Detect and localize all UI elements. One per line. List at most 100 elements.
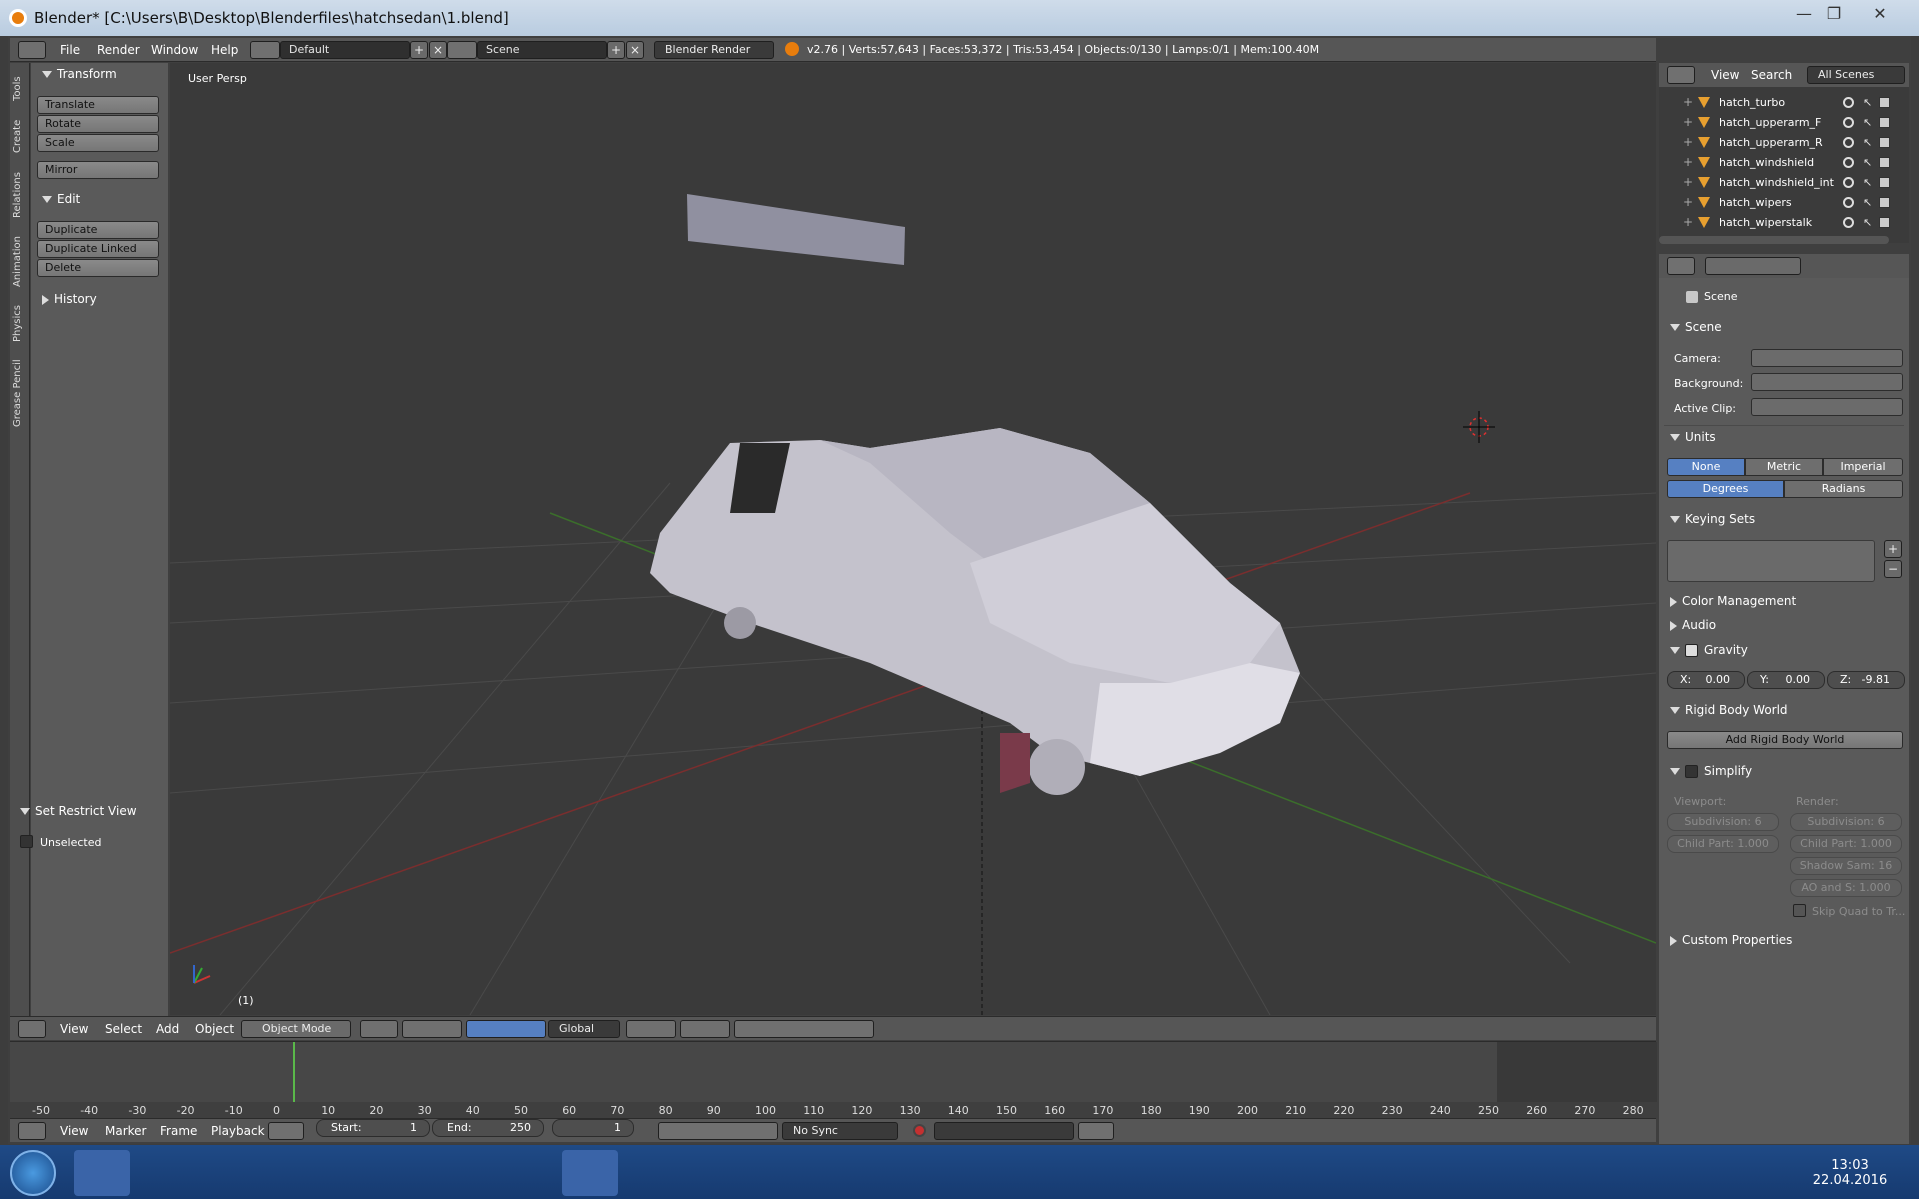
- visibility-icon[interactable]: [1843, 197, 1854, 208]
- unselected-checkbox[interactable]: [20, 835, 33, 848]
- select-icon[interactable]: ↖: [1863, 96, 1872, 109]
- current-frame-field[interactable]: 1: [552, 1119, 634, 1137]
- expand-icon[interactable]: +: [1683, 115, 1693, 129]
- car-model[interactable]: [650, 428, 1300, 795]
- select-icon[interactable]: ↖: [1863, 216, 1872, 229]
- scene-panel-header[interactable]: Scene: [1670, 320, 1722, 334]
- menu-render[interactable]: Render: [97, 43, 140, 57]
- visibility-icon[interactable]: [1843, 97, 1854, 108]
- outliner-row[interactable]: + hatch_upperarm_F ↖: [1659, 113, 1909, 133]
- restrict-view-header[interactable]: Set Restrict View: [20, 804, 137, 818]
- keying-set-field[interactable]: [934, 1122, 1074, 1140]
- camera-field[interactable]: [1751, 349, 1903, 367]
- audio-header[interactable]: Audio: [1670, 618, 1716, 632]
- active-clip-field[interactable]: [1751, 398, 1903, 416]
- menu-file[interactable]: File: [60, 43, 80, 57]
- scene-breadcrumb[interactable]: Scene: [1686, 290, 1738, 303]
- start-button[interactable]: [10, 1150, 56, 1196]
- add-keying-set-button[interactable]: +: [1884, 540, 1902, 558]
- editor-type-icon[interactable]: [18, 41, 46, 59]
- layout-field[interactable]: Default: [280, 41, 410, 59]
- select-icon[interactable]: ↖: [1863, 176, 1872, 189]
- chrome-taskbar-icon[interactable]: [74, 1150, 130, 1196]
- blender-taskbar-icon[interactable]: [500, 1150, 556, 1196]
- history-panel-header[interactable]: History: [42, 292, 97, 306]
- app-taskbar-icon[interactable]: [358, 1150, 414, 1196]
- word-taskbar-icon[interactable]: [210, 1150, 266, 1196]
- snap-icons[interactable]: [734, 1020, 874, 1038]
- expand-icon[interactable]: +: [1683, 175, 1693, 189]
- delete-button[interactable]: Delete: [37, 259, 159, 277]
- select-icon[interactable]: ↖: [1863, 116, 1872, 129]
- render-icon[interactable]: [1879, 197, 1890, 208]
- gravity-header[interactable]: Gravity: [1670, 643, 1748, 657]
- orientation-dropdown[interactable]: Global: [548, 1020, 620, 1038]
- editor-type-icon[interactable]: [18, 1020, 46, 1038]
- editor-type-icon[interactable]: [1667, 66, 1695, 84]
- sync-dropdown[interactable]: No Sync: [782, 1122, 898, 1140]
- remove-keying-set-button[interactable]: −: [1884, 560, 1902, 578]
- tab-grease-pencil[interactable]: Grease Pencil: [12, 353, 28, 433]
- menu-frame[interactable]: Frame: [160, 1124, 197, 1138]
- units-panel-header[interactable]: Units: [1670, 430, 1716, 444]
- color-management-header[interactable]: Color Management: [1670, 594, 1796, 608]
- outliner-row[interactable]: + hatch_upperarm_R ↖: [1659, 133, 1909, 153]
- simplify-checkbox[interactable]: [1685, 765, 1698, 778]
- start-frame-field[interactable]: Start: 1: [316, 1119, 430, 1137]
- scale-button[interactable]: Scale: [37, 134, 159, 152]
- add-layout-button[interactable]: +: [410, 41, 428, 59]
- select-icon[interactable]: ↖: [1863, 196, 1872, 209]
- render-subdivision-field[interactable]: Subdivision: 6: [1790, 813, 1902, 831]
- rotate-button[interactable]: Rotate: [37, 115, 159, 133]
- unit-imperial-button[interactable]: Imperial: [1823, 458, 1903, 476]
- custom-properties-header[interactable]: Custom Properties: [1670, 933, 1792, 947]
- playback-controls[interactable]: [658, 1122, 778, 1140]
- select-icon[interactable]: ↖: [1863, 156, 1872, 169]
- scene-icon[interactable]: [447, 41, 477, 59]
- visibility-icon[interactable]: [1843, 157, 1854, 168]
- viewport-child-particles-field[interactable]: Child Part: 1.000: [1667, 835, 1779, 853]
- render-engine-dropdown[interactable]: Blender Render: [654, 41, 774, 59]
- expand-icon[interactable]: +: [1683, 195, 1693, 209]
- render-icon[interactable]: [1879, 157, 1890, 168]
- outliner-scrollbar[interactable]: [1659, 236, 1889, 244]
- rigid-body-header[interactable]: Rigid Body World: [1670, 703, 1788, 717]
- duplicate-button[interactable]: Duplicate: [37, 221, 159, 239]
- shading-dropdown[interactable]: [360, 1020, 398, 1038]
- gravity-y-field[interactable]: Y: 0.00: [1747, 671, 1825, 689]
- outliner-row[interactable]: + hatch_windshield ↖: [1659, 153, 1909, 173]
- skip-quad-checkbox[interactable]: [1793, 904, 1806, 917]
- gravity-checkbox[interactable]: [1685, 644, 1698, 657]
- menu-view[interactable]: View: [60, 1022, 88, 1036]
- pivot-icon[interactable]: [402, 1020, 462, 1038]
- background-field[interactable]: [1751, 373, 1903, 391]
- outliner-menu-view[interactable]: View: [1711, 68, 1739, 82]
- keying-sets-list[interactable]: [1667, 540, 1875, 582]
- radians-button[interactable]: Radians: [1784, 480, 1903, 498]
- translate-button[interactable]: Translate: [37, 96, 159, 114]
- render-icon[interactable]: [1879, 117, 1890, 128]
- tab-animation[interactable]: Animation: [12, 229, 28, 295]
- menu-add[interactable]: Add: [156, 1022, 179, 1036]
- menu-select[interactable]: Select: [105, 1022, 142, 1036]
- render-icon[interactable]: [1879, 177, 1890, 188]
- render-icon[interactable]: [1879, 137, 1890, 148]
- visibility-icon[interactable]: [1843, 117, 1854, 128]
- floating-part[interactable]: [687, 194, 905, 265]
- menu-object[interactable]: Object: [195, 1022, 234, 1036]
- keying-sets-header[interactable]: Keying Sets: [1670, 512, 1755, 526]
- explorer-taskbar-icon[interactable]: [284, 1150, 340, 1196]
- ao-sss-field[interactable]: AO and S: 1.000: [1790, 879, 1902, 897]
- minimize-button[interactable]: —: [1790, 4, 1818, 24]
- mode-dropdown[interactable]: Object Mode: [241, 1020, 351, 1038]
- render-icon[interactable]: [1879, 217, 1890, 228]
- editor-type-icon[interactable]: [1667, 257, 1695, 275]
- gravity-x-field[interactable]: X: 0.00: [1667, 671, 1745, 689]
- preview-range-icon[interactable]: [268, 1122, 304, 1140]
- shadow-samples-field[interactable]: Shadow Sam: 16: [1790, 857, 1902, 875]
- maximize-button[interactable]: ❐: [1820, 4, 1848, 24]
- transform-panel-header[interactable]: Transform: [42, 67, 117, 81]
- menu-help[interactable]: Help: [211, 43, 238, 57]
- mirror-button[interactable]: Mirror: [37, 161, 159, 179]
- manipulator-icons[interactable]: [466, 1020, 546, 1038]
